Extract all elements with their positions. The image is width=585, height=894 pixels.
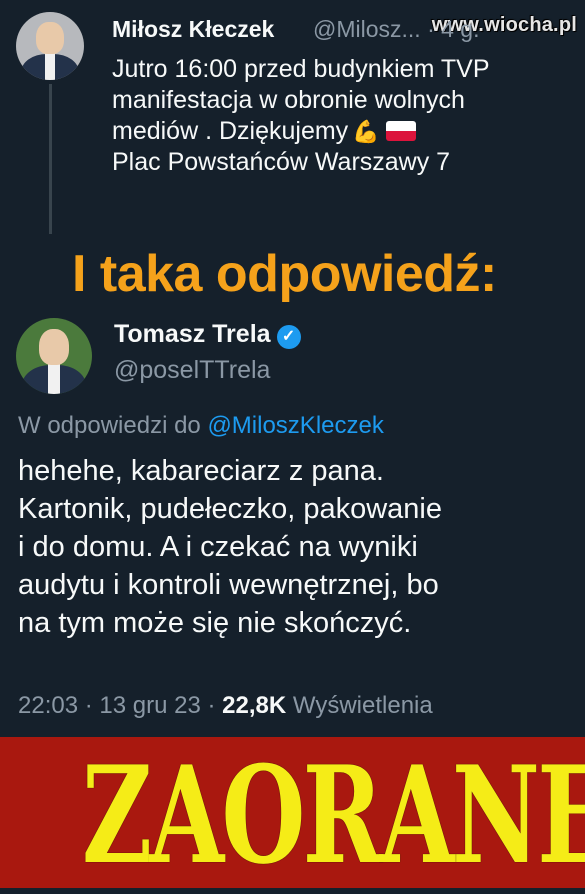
zaorane-banner: ZAORANE — [0, 736, 585, 894]
avatar[interactable] — [16, 12, 84, 80]
tweet-line: mediów . Dziękujemy 💪 — [112, 116, 582, 147]
author-name[interactable]: Tomasz Trela ✓ — [114, 320, 301, 349]
thread-line — [49, 84, 52, 234]
meta-separator: · — [207, 692, 216, 719]
author-handle[interactable]: @Milosz... · 4 g. — [313, 16, 480, 43]
author-name-text: Tomasz Trela — [114, 320, 271, 348]
author-name[interactable]: Miłosz Kłeczek — [112, 16, 274, 43]
overlay-heading: I taka odpowiedź: — [72, 245, 497, 303]
banner-text: ZAORANE — [81, 736, 585, 894]
mention-link[interactable]: @MiloszKleczek — [207, 412, 383, 439]
tweet-meta: 22:03 · 13 gru 23 · 22,8K Wyświetlenia — [18, 692, 433, 720]
reply-context: W odpowiedzi do @MiloszKleczek — [18, 412, 384, 440]
tweet-date[interactable]: 13 gru 23 — [99, 692, 200, 719]
tweet-text: Jutro 16:00 przed budynkiem TVP manifest… — [112, 54, 582, 178]
tweet-line: manifestacja w obronie wolnych — [112, 86, 465, 114]
avatar[interactable] — [16, 318, 92, 394]
tweet-line: na tym może się nie skończyć. — [18, 607, 412, 639]
views-count: 22,8K — [222, 692, 287, 719]
tweet-line-text: mediów . Dziękujemy — [112, 117, 349, 145]
flexed-biceps-icon: 💪 — [352, 119, 380, 144]
views-label: Wyświetlenia — [292, 692, 433, 719]
tweet-line: Plac Powstańców Warszawy 7 — [112, 148, 451, 176]
tweet-text: hehehe, kabareciarz z pana. Kartonik, pu… — [18, 452, 578, 642]
verified-badge-icon: ✓ — [276, 325, 301, 349]
author-handle[interactable]: @poselTTrela — [114, 356, 270, 385]
tweet-line: Kartonik, pudełeczko, pakowanie — [18, 493, 442, 525]
poland-flag-icon — [385, 121, 416, 141]
tweet-line: i do domu. A i czekać na wyniki — [18, 531, 418, 563]
tweet-line: Jutro 16:00 przed budynkiem TVP — [112, 55, 490, 83]
tweet-time[interactable]: 22:03 — [18, 692, 78, 719]
tweet-line: hehehe, kabareciarz z pana. — [18, 455, 384, 487]
meta-separator: · — [84, 692, 93, 719]
tweet-line: audytu i kontroli wewnętrznej, bo — [18, 569, 439, 601]
reply-prefix: W odpowiedzi do — [18, 412, 201, 439]
